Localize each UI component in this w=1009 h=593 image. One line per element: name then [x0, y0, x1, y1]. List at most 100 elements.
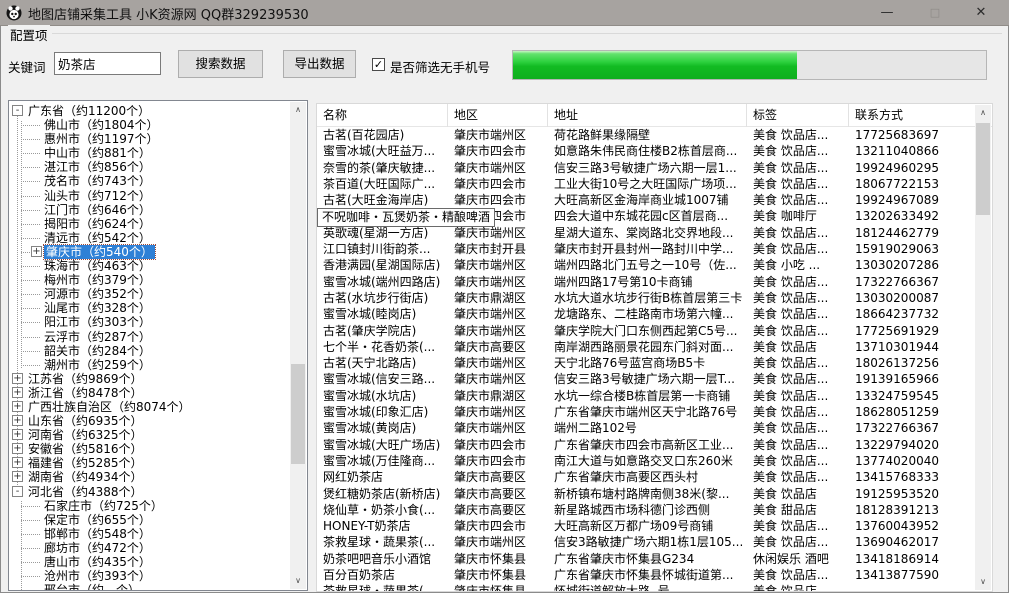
tree-item[interactable]: -广东省（约11200个） — [9, 104, 289, 118]
tree-item[interactable]: 汕尾市（约328个） — [9, 301, 289, 315]
tree-scrollbar[interactable]: ∧ ∨ — [290, 102, 306, 589]
table-row[interactable]: 蜜雪冰城(信安三路...肇庆市端州区信安三路3号敏捷广场六期一层T...美食 饮… — [317, 371, 992, 387]
col-name[interactable]: 名称 — [317, 104, 448, 127]
table-row[interactable]: 蜜雪冰城(水坑店)肇庆市鼎湖区水坑一综合楼B栋首层第一卡商铺美食 饮品店...1… — [317, 388, 992, 404]
tree-item[interactable]: 揭阳市（约624个） — [9, 217, 289, 231]
tree-item[interactable]: +肇庆市（约540个） — [9, 245, 289, 259]
tree-item[interactable]: +河南省（约6325个） — [9, 428, 289, 442]
table-row[interactable]: 网红奶茶店肇庆市高要区广东省肇庆市高要区西头村美食 饮品店...13415768… — [317, 469, 992, 485]
keyword-input[interactable] — [54, 52, 161, 75]
table-cell: 13202633492 — [849, 208, 976, 224]
tree-item[interactable]: 惠州市（约1197个） — [9, 132, 289, 146]
table-row[interactable]: 茶救星球・蔬果茶(...肇庆市怀集县怀城街道解放大路..号美食 饮品店... — [317, 583, 992, 592]
tree-item[interactable]: 保定市（约655个） — [9, 513, 289, 527]
tree-item[interactable]: 潮州市（约259个） — [9, 358, 289, 372]
table-row[interactable]: 英歌魂(星湖一方店)肇庆市端州区星湖大道东、棠岗路北交界地段...美食 饮品店.… — [317, 225, 992, 241]
minimize-button[interactable]: — — [865, 0, 909, 26]
scroll-down-icon[interactable]: ∨ — [290, 573, 306, 589]
expand-icon[interactable]: + — [12, 471, 23, 482]
tree-item[interactable]: +湖南省（约4934个） — [9, 470, 289, 484]
scroll-up-icon[interactable]: ∧ — [290, 102, 306, 118]
table-row[interactable]: 烧仙草・奶茶小食(...肇庆市高要区新星路城西市场科德门诊西侧美食 甜品店181… — [317, 502, 992, 518]
tree-item[interactable]: 湛江市（约856个） — [9, 160, 289, 174]
filter-checkbox[interactable]: ✓ — [372, 58, 385, 71]
table-row[interactable]: 百分百奶茶店肇庆市怀集县广东省肇庆市怀集县怀城街道第...美食 饮品店...13… — [317, 567, 992, 583]
tree-item[interactable]: 韶关市（约284个） — [9, 344, 289, 358]
export-data-button[interactable]: 导出数据 — [283, 50, 356, 78]
table-row[interactable]: 古茗(百花园店)肇庆市端州区荷花路鲜果缘隔壁美食 饮品店...177256836… — [317, 127, 992, 143]
scroll-down-icon[interactable]: ∨ — [975, 574, 991, 590]
tree-item[interactable]: +安徽省（约5816个） — [9, 442, 289, 456]
maximize-button[interactable]: □ — [913, 0, 957, 26]
col-phone[interactable]: 联系方式 — [849, 104, 976, 127]
tree-item[interactable]: 阳江市（约303个） — [9, 315, 289, 329]
expand-icon[interactable]: + — [12, 429, 23, 440]
table-cell — [849, 583, 976, 592]
tree-scrollbar-thumb[interactable] — [291, 364, 305, 464]
expand-icon[interactable]: + — [12, 443, 23, 454]
table-cell: 广东省肇庆市高要区西头村 — [548, 469, 747, 485]
table-scrollbar-thumb[interactable] — [976, 123, 990, 215]
tree-item[interactable]: 唐山市（约435个） — [9, 555, 289, 569]
tree-item[interactable]: +福建省（约5285个） — [9, 456, 289, 470]
table-row[interactable]: 古茗(肇庆学院店)肇庆市端州区肇庆学院大门口东侧西起第C5号...美食 饮品店.… — [317, 323, 992, 339]
table-row[interactable]: 蜜雪冰城(黄岗店)肇庆市端州区端州二路102号美食 饮品店...17322766… — [317, 420, 992, 436]
tree-item[interactable]: +山东省（约6935个） — [9, 414, 289, 428]
tree-item[interactable]: 邯郸市（约548个） — [9, 527, 289, 541]
tree-item[interactable]: 云浮市（约287个） — [9, 330, 289, 344]
tree-item[interactable]: +广西壮族自治区（约8074个） — [9, 400, 289, 414]
table-row[interactable]: 蜜雪冰城(大旺广场店)肇庆市四会市广东省肇庆市四会市高新区工业...美食 饮品店… — [317, 437, 992, 453]
table-scrollbar[interactable]: ∧ ∨ — [975, 105, 991, 590]
tree-item[interactable]: 清远市（约542个） — [9, 231, 289, 245]
table-row[interactable]: 七个半・花香奶茶(...肇庆市高要区南岸湖西路丽景花园东门斜对面...美食 饮品… — [317, 339, 992, 355]
tree-item[interactable]: 邢台市（约…个） — [9, 583, 289, 591]
table-row[interactable]: 奈雪的茶(肇庆敏捷...肇庆市端州区信安三路3号敏捷广场六期一层1...美食 饮… — [317, 160, 992, 176]
close-button[interactable]: ✕ — [959, 0, 1003, 26]
table-row[interactable]: 蜜雪冰城(印象汇店)肇庆市端州区广东省肇庆市端州区天宁北路76号美食 饮品店..… — [317, 404, 992, 420]
tree-item[interactable]: 河源市（约352个） — [9, 287, 289, 301]
table-row[interactable]: 蜜雪冰城(大旺益万...肇庆市四会市如意路朱伟民商住楼B2栋首层商...美食 饮… — [317, 143, 992, 159]
col-address[interactable]: 地址 — [548, 104, 747, 127]
table-row[interactable]: 奶茶吧吧音乐小酒馆肇庆市怀集县广东省肇庆市怀集县G234休闲娱乐 酒吧13418… — [317, 551, 992, 567]
table-row[interactable]: 古茗(天宁北路店)肇庆市端州区天宁北路76号蓝宫商场B5卡美食 饮品店...18… — [317, 355, 992, 371]
tree-item[interactable]: 中山市（约881个） — [9, 146, 289, 160]
table-cell: 肇庆市端州区 — [448, 534, 548, 550]
table-row[interactable]: 煲红糖奶茶店(新桥店)肇庆市高要区新桥镇布塘村路牌南侧38米(黎...美食 饮品… — [317, 486, 992, 502]
expand-icon[interactable]: + — [12, 457, 23, 468]
collapse-icon[interactable]: - — [12, 486, 23, 497]
tree-item[interactable]: 佛山市（约1804个） — [9, 118, 289, 132]
expand-icon[interactable]: + — [12, 387, 23, 398]
collapse-icon[interactable]: - — [12, 105, 23, 116]
table-row[interactable]: HONEY-T奶茶店肇庆市四会市大旺高新区万都广场09号商铺美食 饮品店...1… — [317, 518, 992, 534]
col-tags[interactable]: 标签 — [747, 104, 849, 127]
tree-item[interactable]: 廊坊市（约472个） — [9, 541, 289, 555]
table-row[interactable]: 茶救星球・蔬果茶(...肇庆市端州区信安3路敏捷广场六期1栋1层105...美食… — [317, 534, 992, 550]
tree-item[interactable]: 石家庄市（约725个） — [9, 499, 289, 513]
tree-item[interactable]: 珠海市（约463个） — [9, 259, 289, 273]
tree-item[interactable]: 茂名市（约743个） — [9, 174, 289, 188]
expand-icon[interactable]: + — [12, 415, 23, 426]
table-row[interactable]: 江口镇封川街韵茶...肇庆市封开县肇庆市封开县封州一路封川中学...美食 饮品店… — [317, 241, 992, 257]
tree-item[interactable]: +浙江省（约8478个） — [9, 386, 289, 400]
tree-item[interactable]: +江苏省（约9869个） — [9, 372, 289, 386]
table-row[interactable]: 香港满园(星湖国际店)肇庆市端州区端州四路北门五号之一10号（佐...美食 小吃… — [317, 257, 992, 273]
table-row[interactable]: 茶百道(大旺国际广...肇庆市四会市工业大街10号之大旺国际广场项...美食 饮… — [317, 176, 992, 192]
expand-icon[interactable]: + — [12, 401, 23, 412]
search-data-button[interactable]: 搜索数据 — [178, 50, 263, 78]
tree-item[interactable]: 梅州市（约379个） — [9, 273, 289, 287]
title-bar[interactable]: 地图店铺采集工具 小K资源网 QQ群329239530 — □ ✕ — [0, 0, 1009, 26]
table-row[interactable]: 蜜雪冰城(万佳隆商...肇庆市四会市南江大道与如意路交叉口东260米美食 饮品店… — [317, 453, 992, 469]
table-row[interactable]: 古茗(大旺金海岸店)肇庆市四会市大旺高新区金海岸商业城1007铺美食 饮品店..… — [317, 192, 992, 208]
expand-icon[interactable]: + — [31, 246, 42, 257]
tree-item[interactable]: 江门市（约646个） — [9, 203, 289, 217]
table-row[interactable]: 蜜雪冰城(端州四路店)肇庆市端州区端州四路17号第10卡商铺美食 饮品店...1… — [317, 274, 992, 290]
col-region[interactable]: 地区 — [448, 104, 548, 127]
tree-item[interactable]: -河北省（约4388个） — [9, 485, 289, 499]
app-icon — [6, 5, 22, 21]
tree-item[interactable]: 沧州市（约393个） — [9, 569, 289, 583]
table-row[interactable]: 古茗(水坑步行街店)肇庆市鼎湖区水坑大道水坑步行街B栋首层第三卡美食 饮品店..… — [317, 290, 992, 306]
expand-icon[interactable]: + — [12, 373, 23, 384]
scroll-up-icon[interactable]: ∧ — [975, 105, 991, 121]
tree-item[interactable]: 汕头市（约712个） — [9, 189, 289, 203]
table-row[interactable]: 蜜雪冰城(睦岗店)肇庆市端州区龙塘路东、二桂路南市场第六幢...美食 饮品店..… — [317, 306, 992, 322]
